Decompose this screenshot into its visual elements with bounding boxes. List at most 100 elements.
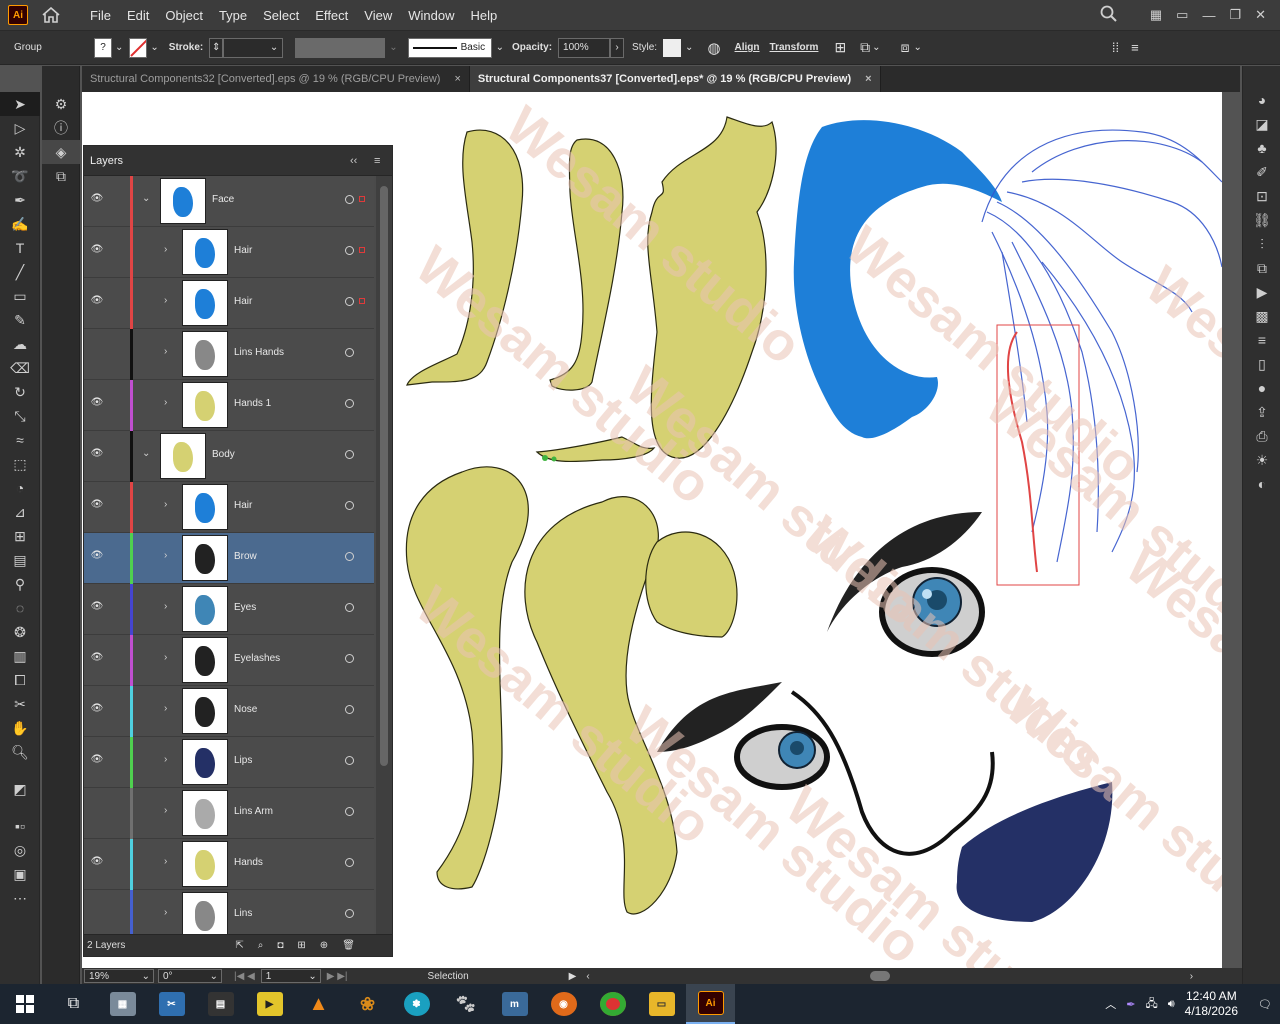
rotation-field[interactable]: 0° ⌄ — [158, 969, 222, 983]
target-circle-icon[interactable] — [345, 603, 354, 612]
layer-name[interactable]: Lips — [234, 755, 252, 766]
target-circle-icon[interactable] — [345, 654, 354, 663]
layer-name[interactable]: Lins Arm — [234, 806, 273, 817]
layer-name[interactable]: Face — [212, 194, 234, 205]
tab-document-32[interactable]: Structural Components32 [Converted].eps … — [82, 66, 470, 92]
layer-row[interactable]: 👁︎ › Brow — [84, 533, 374, 584]
shape-builder-tool-icon[interactable]: ◔ — [0, 476, 40, 500]
direct-selection-tool-icon[interactable]: ▷ — [0, 116, 40, 140]
layer-name[interactable]: Brow — [234, 551, 257, 562]
menu-file[interactable]: File — [82, 8, 119, 23]
expand-chevron-icon[interactable]: › — [164, 346, 167, 357]
visibility-eye-icon[interactable]: 👁︎ — [90, 244, 104, 258]
perspective-grid-icon[interactable]: ⊿ — [0, 500, 40, 524]
layer-name[interactable]: Eyelashes — [234, 653, 280, 664]
visibility-eye-icon[interactable]: 👁︎ — [90, 703, 104, 717]
opacity-field[interactable]: 100% — [558, 37, 611, 58]
layer-row[interactable]: 👁︎ › Hair — [84, 482, 374, 533]
new-layer-icon[interactable]: ⊕ — [320, 940, 328, 951]
opacity-arrow-icon[interactable]: › — [610, 37, 625, 58]
home-icon[interactable] — [40, 5, 62, 25]
menu-object[interactable]: Object — [157, 8, 211, 23]
explorer-app-icon[interactable]: ▭ — [637, 984, 686, 1024]
mesh-tool-icon[interactable]: ⊞ — [0, 524, 40, 548]
delete-layer-icon[interactable]: 🗑︎ — [342, 940, 355, 951]
target-circle-icon[interactable] — [345, 246, 354, 255]
layer-row[interactable]: 👁︎ › Eyes — [84, 584, 374, 635]
transparency-panel-icon[interactable]: ▩ — [1243, 304, 1280, 328]
menu-view[interactable]: View — [356, 8, 400, 23]
close-tab-icon[interactable]: × — [454, 73, 460, 85]
free-transform-icon[interactable]: ⬚ — [0, 452, 40, 476]
expand-chevron-icon[interactable]: › — [164, 550, 167, 561]
gradient-panel-icon[interactable]: ▯ — [1243, 352, 1280, 376]
search-icon[interactable] — [1100, 5, 1118, 26]
target-circle-icon[interactable] — [345, 348, 354, 357]
layer-row[interactable]: 👁︎ ⌄ Face — [84, 176, 374, 227]
draw-mode-icon[interactable]: ◎ — [0, 838, 40, 862]
menu-select[interactable]: Select — [255, 8, 307, 23]
menu-edit[interactable]: Edit — [119, 8, 157, 23]
layer-row[interactable]: 👁︎ › Lips — [84, 737, 374, 788]
stroke-weight-field[interactable]: ⌄ — [223, 37, 284, 58]
layers-scrollbar[interactable] — [376, 176, 392, 936]
target-circle-icon[interactable] — [345, 450, 354, 459]
expand-chevron-icon[interactable]: › — [164, 805, 167, 816]
stroke-weight-stepper[interactable]: ⇕ — [209, 37, 224, 58]
layer-name[interactable]: Hands — [234, 857, 263, 868]
lasso-icon[interactable]: ➰ — [0, 164, 40, 188]
first-artboard-icon[interactable]: |◀ ◀ — [234, 971, 255, 982]
clipping-mask-icon[interactable]: ◘ — [277, 940, 283, 951]
visibility-eye-icon[interactable] — [90, 346, 104, 360]
scroll-right-icon[interactable]: › — [1190, 971, 1193, 982]
visibility-eye-icon[interactable]: 👁︎ — [90, 550, 104, 564]
shape-dropdown-icon[interactable]: ⌄ — [872, 42, 880, 53]
panel-menu-icon[interactable]: ≡ — [1131, 40, 1139, 55]
selection-indicator-icon[interactable] — [359, 298, 365, 304]
properties-panel-icon[interactable]: ⚙ — [42, 92, 80, 116]
app-logo[interactable]: Ai — [8, 5, 28, 25]
curvature-tool-icon[interactable]: ✍ — [0, 212, 40, 236]
target-circle-icon[interactable] — [345, 807, 354, 816]
symbols-panel-icon[interactable]: ⊡ — [1243, 184, 1280, 208]
profile-dropdown-icon[interactable]: ⌄ — [389, 42, 397, 53]
workspace-icon[interactable]: ▦ — [1150, 7, 1162, 23]
eyedropper-icon[interactable]: ⚲ — [0, 572, 40, 596]
stroke-panel-icon[interactable]: ≡ — [1243, 328, 1280, 352]
target-circle-icon[interactable] — [345, 756, 354, 765]
gimp-app-icon[interactable]: 🐾︎ — [441, 984, 490, 1024]
layer-name[interactable]: Body — [212, 449, 235, 460]
layer-row[interactable]: 👁︎ › Hair — [84, 278, 374, 329]
transform-each-icon[interactable]: ⊞ — [834, 39, 846, 56]
brushes-panel-icon[interactable]: ✐ — [1243, 160, 1280, 184]
stroke-dropdown-icon[interactable]: ⌄ — [150, 42, 158, 53]
arrange-docs-icon[interactable]: ▭ — [1176, 7, 1188, 23]
layer-name[interactable]: Nose — [234, 704, 257, 715]
artboard-field[interactable]: 1 ⌄ — [260, 969, 321, 983]
expand-chevron-icon[interactable]: › — [164, 397, 167, 408]
collapse-chevron-icon[interactable]: ⌄ — [142, 448, 150, 459]
links-panel-icon[interactable]: ⛓ — [1243, 208, 1280, 232]
stroke-swatch[interactable] — [129, 37, 148, 58]
expand-chevron-icon[interactable]: › — [164, 652, 167, 663]
libraries-panel-icon[interactable]: ☀ — [1243, 448, 1280, 472]
visibility-eye-icon[interactable]: 👁︎ — [90, 295, 104, 309]
screen-mode-icon[interactable]: ▣ — [0, 862, 40, 886]
visibility-eye-icon[interactable] — [90, 907, 104, 921]
visibility-eye-icon[interactable]: 👁︎ — [90, 856, 104, 870]
zoom-tool-icon[interactable]: 🔍︎ — [0, 740, 40, 764]
studio-app-icon[interactable]: ▤ — [196, 984, 245, 1024]
symbol-sprayer-icon[interactable]: ❂ — [0, 620, 40, 644]
layer-name[interactable]: Lins Hands — [234, 347, 284, 358]
expand-chevron-icon[interactable]: › — [164, 601, 167, 612]
minimize-icon[interactable]: — — [1202, 8, 1215, 23]
layer-row[interactable]: 👁︎ › Eyelashes — [84, 635, 374, 686]
scroll-left-icon[interactable]: ‹ — [586, 971, 589, 982]
rectangle-tool-icon[interactable]: ▭ — [0, 284, 40, 308]
style-dropdown-icon[interactable]: ⌄ — [685, 42, 693, 53]
fill-stroke-swap-icon[interactable]: ◩ — [0, 764, 40, 814]
target-circle-icon[interactable] — [345, 399, 354, 408]
close-tab-icon[interactable]: × — [865, 73, 871, 85]
visibility-eye-icon[interactable] — [90, 805, 104, 819]
expand-chevron-icon[interactable]: › — [164, 754, 167, 765]
